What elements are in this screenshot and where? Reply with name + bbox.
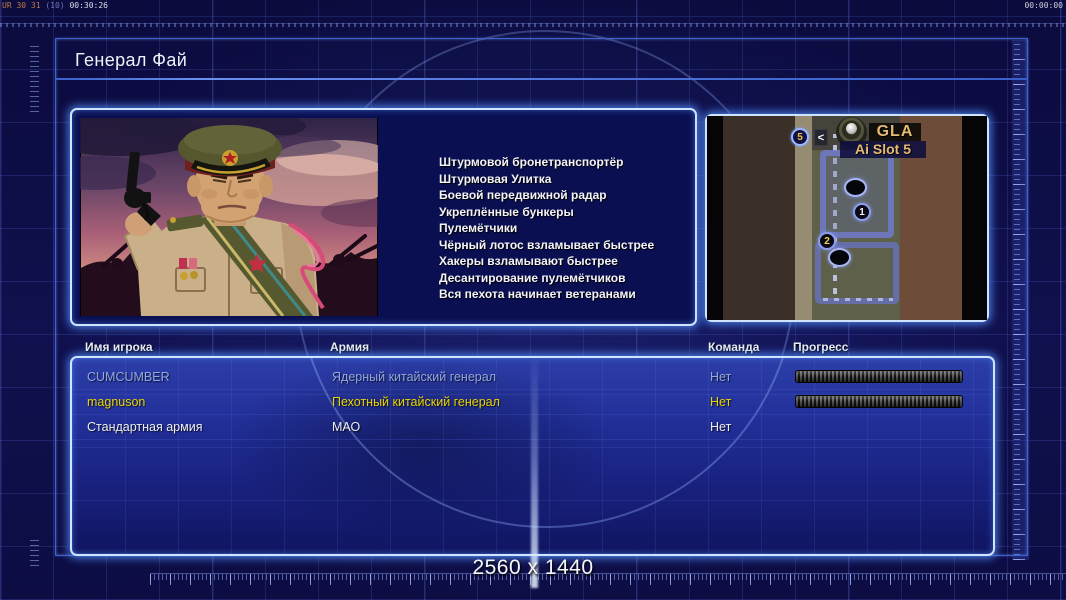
faction-label: GLA: [869, 123, 921, 141]
player-team: Нет: [710, 420, 732, 434]
load-progress-bar: [795, 395, 963, 408]
start-position-marker[interactable]: [828, 248, 851, 267]
map-structure-dashes: [823, 298, 893, 301]
ability-item: Хакеры взламывают быстрее: [439, 254, 618, 268]
player-name: Стандартная армия: [87, 420, 203, 434]
ability-item: Вся пехота начинает ветеранами: [439, 287, 636, 301]
map-terrain-dark: [723, 116, 795, 320]
start-position-1[interactable]: 1: [853, 203, 871, 221]
start-position-2[interactable]: 2: [818, 232, 836, 250]
map-terrain-strip: [795, 116, 812, 320]
player-name: CUMCUMBER: [87, 370, 170, 384]
ruler-left-upper: [30, 42, 39, 112]
page-title: Генерал Фай: [75, 50, 188, 70]
column-header-team: Команда: [708, 340, 760, 354]
ability-item: Штурмовая Улитка: [439, 171, 552, 186]
ability-item: Боевой передвижной радар: [439, 188, 607, 202]
map-structure-lower: [815, 242, 899, 304]
ai-slot-label: Ai Slot 5: [840, 141, 926, 158]
general-info-panel: Штурмовой бронетранспортёр Штурмовая Ули…: [70, 108, 697, 326]
column-header-army: Армия: [330, 340, 370, 354]
map-back-button[interactable]: <: [814, 129, 828, 146]
center-light-beam: [531, 360, 538, 588]
ruler-top: [0, 23, 1066, 27]
player-army: Пехотный китайский генерал: [332, 395, 500, 409]
load-progress-bar: [795, 370, 963, 383]
game-timer: 00:00:00: [1024, 1, 1063, 10]
general-abilities-list: Штурмовой бронетранспортёр Штурмовая Ули…: [439, 154, 689, 303]
column-header-player-name: Имя игрока: [85, 340, 153, 354]
player-name: magnuson: [87, 395, 146, 409]
ability-item: Чёрный лотос взламывает быстрее: [439, 237, 655, 252]
player-army: Ядерный китайский генерал: [332, 370, 496, 384]
map-preview-panel: 5 < GLA Ai Slot 5 1 2: [705, 114, 989, 322]
player-count-badge[interactable]: 5: [791, 128, 809, 146]
ability-item: Пулемётчики: [439, 221, 518, 235]
debug-version: UR 30 31: [2, 1, 41, 10]
title-divider: [56, 78, 1027, 80]
map-preview: 5 < GLA Ai Slot 5 1 2: [707, 116, 987, 320]
ability-item: Десантирование пулемётчиков: [439, 270, 626, 285]
player-team: Нет: [710, 370, 732, 384]
column-header-progress: Прогресс: [793, 340, 849, 354]
ability-item: Штурмовой бронетранспортёр: [439, 155, 624, 169]
player-army: МАО: [332, 420, 361, 434]
start-position-marker[interactable]: [844, 178, 867, 197]
debug-timer: 00:30:26: [69, 1, 108, 10]
general-portrait: [80, 118, 378, 316]
player-team: Нет: [710, 395, 732, 409]
resolution-label: 2560 x 1440: [472, 556, 594, 579]
debug-status-text: UR 30 31 (10) 00:30:26: [2, 1, 108, 10]
debug-fps: (10): [45, 1, 65, 10]
ability-item: Укреплённые бункеры: [439, 204, 574, 219]
